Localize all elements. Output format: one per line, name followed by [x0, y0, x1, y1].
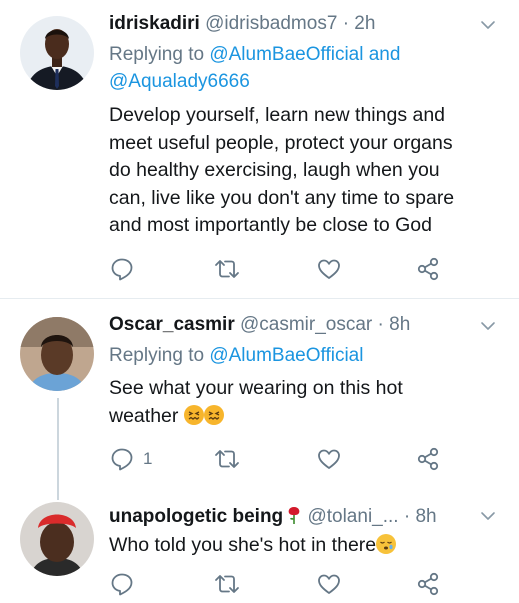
avatar-image [20, 16, 94, 90]
retweet-icon [215, 450, 239, 468]
display-name[interactable]: unapologetic being [109, 506, 302, 527]
rose-icon [288, 507, 300, 524]
user-handle[interactable]: @casmir_oscar [240, 314, 372, 335]
retweet-button[interactable] [213, 571, 241, 597]
heart-icon [318, 574, 340, 594]
heart-icon [318, 449, 340, 469]
tweet-text-fragment: Who told you she's hot in there [109, 534, 377, 556]
display-name-text: unapologetic being [109, 506, 284, 527]
heart-icon [318, 259, 340, 279]
replying-to: Replying to @AlumBaeOfficial and @Aquala… [109, 41, 400, 95]
tweet-actions: 1 [109, 446, 449, 472]
share-icon [417, 447, 439, 471]
reply-button[interactable]: 1 [109, 446, 152, 472]
tweet-header: Oscar_casmir @casmir_oscar · 8h [109, 314, 410, 336]
tweet-text-line: can, live like you don't any time to spa… [109, 186, 455, 209]
avatar-image [20, 502, 94, 576]
chevron-down-icon[interactable] [479, 319, 497, 333]
tweet-actions [109, 256, 449, 282]
retweet-button[interactable] [213, 446, 241, 472]
share-icon [417, 257, 439, 281]
tweet-text: See what your wearing on this hot weathe… [109, 375, 403, 430]
reply-button[interactable] [109, 571, 143, 597]
share-icon [417, 572, 439, 596]
chevron-down-icon[interactable] [479, 509, 497, 523]
timestamp[interactable]: · 2h [343, 13, 376, 34]
share-button[interactable] [415, 571, 441, 597]
user-handle[interactable]: @tolani_... [307, 506, 398, 527]
share-button[interactable] [415, 446, 441, 472]
tweet-text: Develop yourself, learn new things and m… [109, 102, 454, 240]
tweet-text-line: See what your wearing on this hot [109, 377, 403, 399]
confounded-face-icon [188, 410, 200, 420]
replying-to: Replying to @AlumBaeOfficial [109, 342, 363, 369]
timestamp[interactable]: · 8h [378, 314, 411, 335]
like-button[interactable] [316, 256, 342, 282]
tweet-text-line: meet useful people, protect your organs [109, 131, 453, 154]
avatar[interactable] [20, 317, 94, 391]
display-name[interactable]: Oscar_casmir [109, 314, 235, 335]
retweet-icon [215, 575, 239, 593]
confounded-face-icon [208, 410, 220, 420]
tweet-text: Who told you she's hot in there [109, 532, 397, 560]
tweet-header: unapologetic being @tolani_... · 8h [109, 505, 437, 528]
reply-count: 1 [143, 449, 153, 468]
display-name[interactable]: idriskadiri [109, 13, 200, 34]
mention-link[interactable]: @AlumBaeOfficial [209, 345, 363, 366]
share-button[interactable] [415, 256, 441, 282]
sleepy-face-icon [380, 541, 393, 550]
chevron-down-icon[interactable] [479, 18, 497, 32]
replying-to-label: Replying to [109, 345, 210, 366]
mention-link[interactable]: @AlumBaeOfficial and [209, 44, 400, 65]
tweet-text-line: Who told you she's hot in there [109, 532, 397, 560]
replying-to-label: Replying to [109, 44, 210, 65]
tweet-text-line: weather [109, 403, 403, 431]
tweet-text-line: do healthy exercising, laugh when you [109, 159, 440, 181]
avatar[interactable] [20, 16, 94, 90]
reply-button[interactable] [109, 256, 143, 282]
sleepy-face-emoji [376, 534, 397, 554]
tweet[interactable]: idriskadiri @idrisbadmos7 · 2h Replying … [0, 0, 519, 298]
tweet-text-line: and most importantly be close to God [109, 214, 432, 236]
user-handle[interactable]: @idrisbadmos7 [205, 13, 337, 34]
confounded-face-emoji [183, 404, 204, 425]
tweet-header: idriskadiri @idrisbadmos7 · 2h [109, 13, 375, 35]
tweet-text-line: Develop yourself, learn new things and [109, 104, 446, 126]
reply-icon [111, 448, 133, 471]
reply-icon [111, 573, 133, 596]
confounded-face-emoji [203, 404, 224, 425]
timestamp[interactable]: · 8h [404, 506, 437, 527]
like-button[interactable] [316, 571, 342, 597]
avatar[interactable] [20, 502, 94, 576]
tweet-text-fragment: weather [109, 404, 179, 427]
mention-link[interactable]: @Aqualady6666 [109, 71, 250, 92]
retweet-button[interactable] [213, 256, 241, 282]
reply-icon [111, 258, 133, 281]
tweet-actions [109, 571, 449, 597]
avatar-image [20, 317, 94, 391]
retweet-icon [215, 260, 239, 278]
tweet[interactable]: Oscar_casmir @casmir_oscar · 8h Replying… [0, 299, 519, 499]
like-button[interactable] [316, 446, 342, 472]
tweet[interactable]: unapologetic being @tolani_... · 8h Who … [0, 499, 519, 603]
